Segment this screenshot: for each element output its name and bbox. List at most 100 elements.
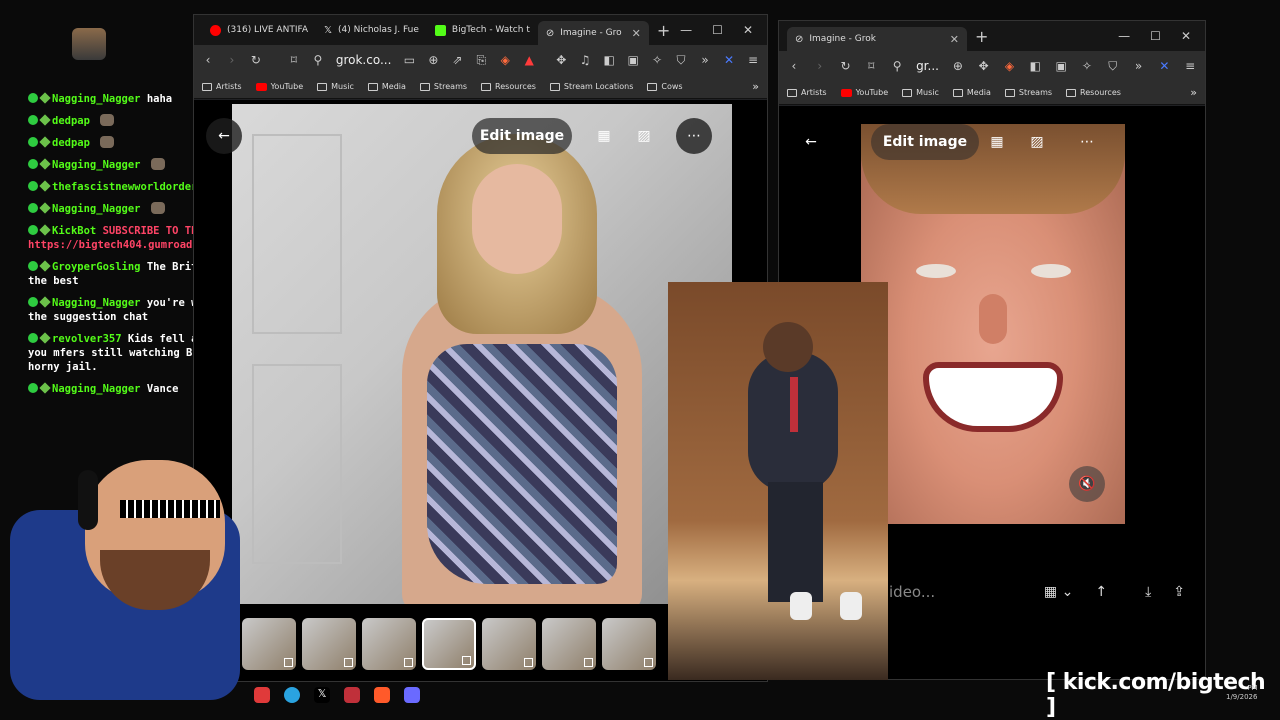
minimize-icon[interactable]: — [1118,29,1130,43]
reload-icon[interactable]: ↻ [839,59,853,73]
tab-grok-imagine[interactable]: ⊘ Imagine - Gro ✕ [537,21,649,45]
bookmark-icon[interactable]: ⌑ [288,53,300,67]
bookmark-media[interactable]: Media [367,82,406,91]
video-options-icon[interactable]: ▦ ⌄ [1044,584,1073,600]
generated-image[interactable] [232,104,732,604]
brave-icon[interactable] [374,687,390,703]
extensions-icon[interactable]: ✥ [555,53,567,67]
bookmark-streams[interactable]: Streams [419,82,467,91]
x-logo-icon[interactable]: 𝕏 [314,687,330,703]
zoom-icon[interactable]: ⊕ [427,53,439,67]
address-bar[interactable]: gr... [916,59,939,73]
tab-youtube[interactable]: (316) LIVE ANTIFA [202,18,316,42]
back-button[interactable]: ← [206,118,242,154]
chat-username[interactable]: Nagging_Nagger [52,93,141,105]
bookmark-music[interactable]: Music [902,88,939,97]
x-extension-icon[interactable]: ✕ [1157,59,1171,73]
chat-username[interactable]: Nagging_Nagger [52,159,141,171]
maximize-icon[interactable]: ☐ [712,23,723,37]
thumbnail[interactable] [302,618,356,670]
extensions-icon[interactable]: ✥ [977,59,991,73]
minimize-icon[interactable]: — [680,23,692,37]
x-extension-icon[interactable]: ✕ [723,53,735,67]
bookmark-streams[interactable]: Streams [1004,88,1052,97]
bookmark-icon[interactable]: ⌑ [864,59,878,73]
address-bar[interactable]: grok.co... [336,53,392,67]
share-icon[interactable]: ⇗ [451,53,463,67]
chat-username[interactable]: dedpap [52,137,90,149]
download-icon[interactable]: ⤓ [1145,584,1151,600]
thumbnail[interactable] [482,618,536,670]
maximize-icon[interactable]: ☐ [1150,29,1161,43]
app-icon[interactable] [254,687,270,703]
video-mode-icon[interactable]: ▦ [979,124,1015,160]
bookmark-media[interactable]: Media [952,88,991,97]
menu-icon[interactable]: ≡ [1183,59,1197,73]
rewards-icon[interactable]: ▲ [523,53,535,67]
site-settings-icon[interactable]: ⚲ [890,59,904,73]
close-window-icon[interactable]: ✕ [1181,29,1191,43]
close-tab-icon[interactable]: ✕ [632,27,641,40]
telegram-icon[interactable] [284,687,300,703]
generated-image[interactable] [861,124,1125,524]
bookmark-artists[interactable]: Artists [787,88,827,97]
more-bookmarks-icon[interactable]: » [752,80,759,93]
thumbnail[interactable] [542,618,596,670]
more-extensions-icon[interactable]: » [1132,59,1146,73]
back-icon[interactable]: ‹ [202,53,214,67]
image-mode-icon[interactable]: ▨ [1019,124,1055,160]
site-settings-icon[interactable]: ⚲ [312,53,324,67]
bookmark-resources[interactable]: Resources [481,82,536,91]
submit-arrow-icon[interactable]: ↑ [1095,584,1107,600]
edit-image-button[interactable]: Edit image [472,118,572,154]
leo-icon[interactable]: ✧ [651,53,663,67]
thumbnail-selected[interactable] [422,618,476,670]
image-mode-icon[interactable]: ▨ [626,118,662,154]
tab-kick[interactable]: BigTech - Watch t [427,18,538,42]
more-bookmarks-icon[interactable]: » [1190,86,1197,99]
chat-username[interactable]: Nagging_Nagger [52,383,141,395]
music-icon[interactable]: ♫ [579,53,591,67]
more-options-button[interactable]: ⋯ [1069,124,1105,160]
chat-username[interactable]: thefascistnewworldorder [52,181,197,193]
share-icon[interactable]: ⇪ [1173,584,1185,600]
back-button[interactable]: ← [793,124,829,160]
thumbnail[interactable] [362,618,416,670]
forward-icon[interactable]: › [813,59,827,73]
zoom-icon[interactable]: ⊕ [951,59,965,73]
bookmark-resources[interactable]: Resources [1066,88,1121,97]
bookmark-youtube[interactable]: YouTube [840,88,888,97]
new-tab-button[interactable]: + [975,27,988,46]
brave-shield-icon[interactable]: ◈ [499,53,511,67]
back-icon[interactable]: ‹ [787,59,801,73]
bookmark-artists[interactable]: Artists [202,82,242,91]
leo-icon[interactable]: ✧ [1080,59,1094,73]
edit-image-button[interactable]: Edit image [871,124,979,160]
tab-grok-imagine[interactable]: ⊘ Imagine - Grok ✕ [787,27,967,51]
app-icon[interactable] [404,687,420,703]
vpn-icon[interactable]: ⛉ [1106,59,1120,74]
thumbnail[interactable] [602,618,656,670]
more-options-button[interactable]: ⋯ [676,118,712,154]
vpn-icon[interactable]: ⛉ [675,53,687,68]
chat-username[interactable]: Nagging_Nagger [52,203,141,215]
brave-shield-icon[interactable]: ◈ [1003,59,1017,73]
chat-username[interactable]: GroyperGosling [52,261,141,273]
menu-icon[interactable]: ≡ [747,53,759,67]
tab-x[interactable]: 𝕏 (4) Nicholas J. Fue [316,18,427,42]
forward-icon[interactable]: › [226,53,238,67]
wallet-icon[interactable]: ▣ [627,53,639,67]
sidebar-icon[interactable]: ◧ [1028,59,1042,73]
chat-username[interactable]: KickBot [52,225,96,237]
more-extensions-icon[interactable]: » [699,53,711,67]
reload-icon[interactable]: ↻ [250,53,262,67]
cast-icon[interactable]: ▭ [403,53,415,67]
chat-username[interactable]: Nagging_Nagger [52,297,141,309]
wallet-icon[interactable]: ▣ [1054,59,1068,73]
bookmark-cows[interactable]: Cows [647,82,683,91]
translate-icon[interactable]: ⎘ [475,53,487,68]
close-tab-icon[interactable]: ✕ [950,33,959,46]
new-tab-button[interactable]: + [657,21,670,40]
bookmark-music[interactable]: Music [317,82,354,91]
thumbnail[interactable] [242,618,296,670]
